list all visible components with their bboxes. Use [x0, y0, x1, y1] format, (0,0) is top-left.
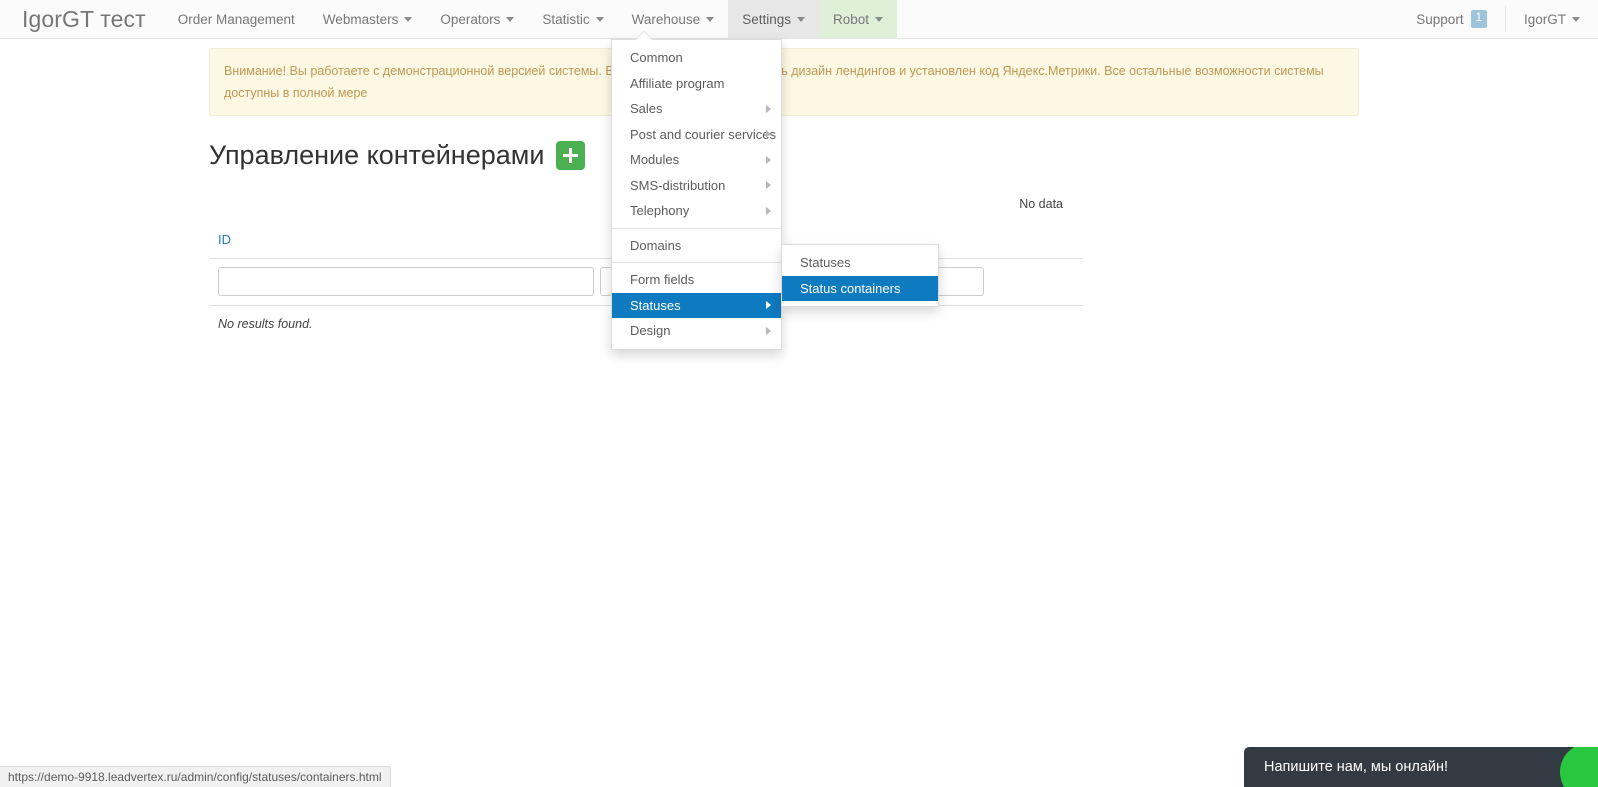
statuses-submenu: Statuses Status containers: [781, 244, 939, 307]
menu-item-telephony[interactable]: Telephony: [612, 198, 781, 224]
support-button[interactable]: Support 1: [1398, 0, 1505, 38]
menu-item-modules[interactable]: Modules: [612, 147, 781, 173]
nav-items: Order Management Webmasters Operators St…: [164, 0, 897, 38]
chevron-right-icon: [766, 301, 771, 310]
chat-avatar-icon: [1560, 747, 1598, 787]
chevron-down-icon: [796, 16, 805, 22]
menu-item-label: Telephony: [630, 203, 690, 219]
nav-item-label: Webmasters: [322, 11, 399, 27]
menu-item-domains[interactable]: Domains: [612, 233, 781, 259]
chevron-down-icon: [1572, 16, 1580, 22]
submenu-item-statuses[interactable]: Statuses: [782, 250, 938, 276]
chevron-right-icon: [766, 155, 771, 164]
menu-item-sales[interactable]: Sales: [612, 96, 781, 122]
submenu-item-status-containers[interactable]: Status containers: [782, 275, 938, 301]
chevron-down-icon: [506, 16, 515, 22]
menu-item-label: Domains: [630, 237, 682, 253]
menu-item-label: Post and courier services: [630, 126, 776, 142]
menu-item-form-fields[interactable]: Form fields: [612, 267, 781, 293]
menu-item-label: Affiliate program: [630, 75, 725, 91]
nav-item-label: Settings: [742, 11, 791, 27]
nav-item-webmasters[interactable]: Webmasters: [309, 0, 427, 38]
chat-widget[interactable]: Напишите нам, мы онлайн!: [1244, 747, 1598, 787]
menu-item-sms-distribution[interactable]: SMS-distribution: [612, 173, 781, 199]
no-data-label: No data: [1019, 197, 1063, 211]
menu-item-label: Form fields: [630, 272, 695, 288]
filter-cell-1: [218, 267, 594, 296]
chat-widget-message: Напишите нам, мы онлайн!: [1264, 759, 1449, 775]
menu-item-statuses[interactable]: Statuses: [612, 292, 781, 318]
nav-item-operators[interactable]: Operators: [426, 0, 528, 38]
menu-item-label: SMS-distribution: [630, 177, 726, 193]
menu-item-label: Modules: [630, 152, 680, 168]
chevron-right-icon: [766, 130, 771, 139]
nav-item-statistic[interactable]: Statistic: [528, 0, 617, 38]
user-menu[interactable]: IgorGT: [1506, 0, 1598, 38]
browser-status-bar: https://demo-9918.leadvertex.ru/admin/co…: [0, 766, 391, 787]
demo-warning-banner: Внимание! Вы работаете с демонстрационно…: [209, 48, 1359, 116]
brand-logo[interactable]: IgorGT тест: [0, 0, 164, 38]
chevron-down-icon: [706, 16, 715, 22]
page-title-text: Управление контейнерами: [209, 140, 545, 170]
menu-item-design[interactable]: Design: [612, 318, 781, 344]
nav-item-order-management[interactable]: Order Management: [164, 0, 309, 38]
nav-item-label: Robot: [832, 11, 869, 27]
settings-dropdown-menu: Common Affiliate program Sales Post and …: [611, 31, 782, 350]
menu-item-common[interactable]: Common: [612, 45, 781, 71]
chevron-down-icon: [875, 16, 883, 22]
nav-item-label: Operators: [440, 11, 501, 27]
column-header-id[interactable]: ID: [218, 232, 231, 247]
top-navbar: IgorGT тест Order Management Webmasters …: [0, 0, 1598, 39]
menu-divider: [612, 262, 781, 263]
chevron-right-icon: [766, 206, 771, 215]
page-title: Управление контейнерами: [209, 140, 586, 171]
nav-item-settings[interactable]: Settings: [728, 0, 819, 38]
support-label: Support: [1416, 11, 1464, 27]
chevron-down-icon: [404, 16, 413, 22]
nav-item-label: Statistic: [542, 11, 590, 27]
menu-item-label: Statuses: [630, 297, 681, 313]
user-menu-label: IgorGT: [1523, 11, 1566, 27]
chevron-right-icon: [766, 326, 771, 335]
menu-divider: [612, 227, 781, 229]
nav-right-group: Support 1 IgorGT: [1398, 0, 1598, 38]
chevron-down-icon: [595, 16, 604, 22]
menu-item-label: Design: [630, 323, 671, 339]
nav-item-label: Order Management: [177, 11, 295, 27]
menu-item-label: Sales: [630, 101, 663, 117]
nav-item-robot[interactable]: Robot: [818, 0, 897, 38]
submenu-item-label: Statuses: [800, 255, 851, 271]
chevron-right-icon: [766, 104, 771, 113]
submenu-item-label: Status containers: [800, 280, 901, 296]
filter-input-id[interactable]: [218, 267, 594, 296]
chevron-right-icon: [766, 181, 771, 190]
support-badge: 1: [1470, 9, 1487, 29]
nav-item-label: Warehouse: [631, 11, 701, 27]
status-bar-url: https://demo-9918.leadvertex.ru/admin/co…: [8, 770, 382, 784]
menu-item-affiliate-program[interactable]: Affiliate program: [612, 71, 781, 97]
menu-item-post-and-courier-services[interactable]: Post and courier services: [612, 122, 781, 148]
add-container-button[interactable]: [556, 141, 586, 170]
menu-item-label: Common: [630, 50, 683, 66]
